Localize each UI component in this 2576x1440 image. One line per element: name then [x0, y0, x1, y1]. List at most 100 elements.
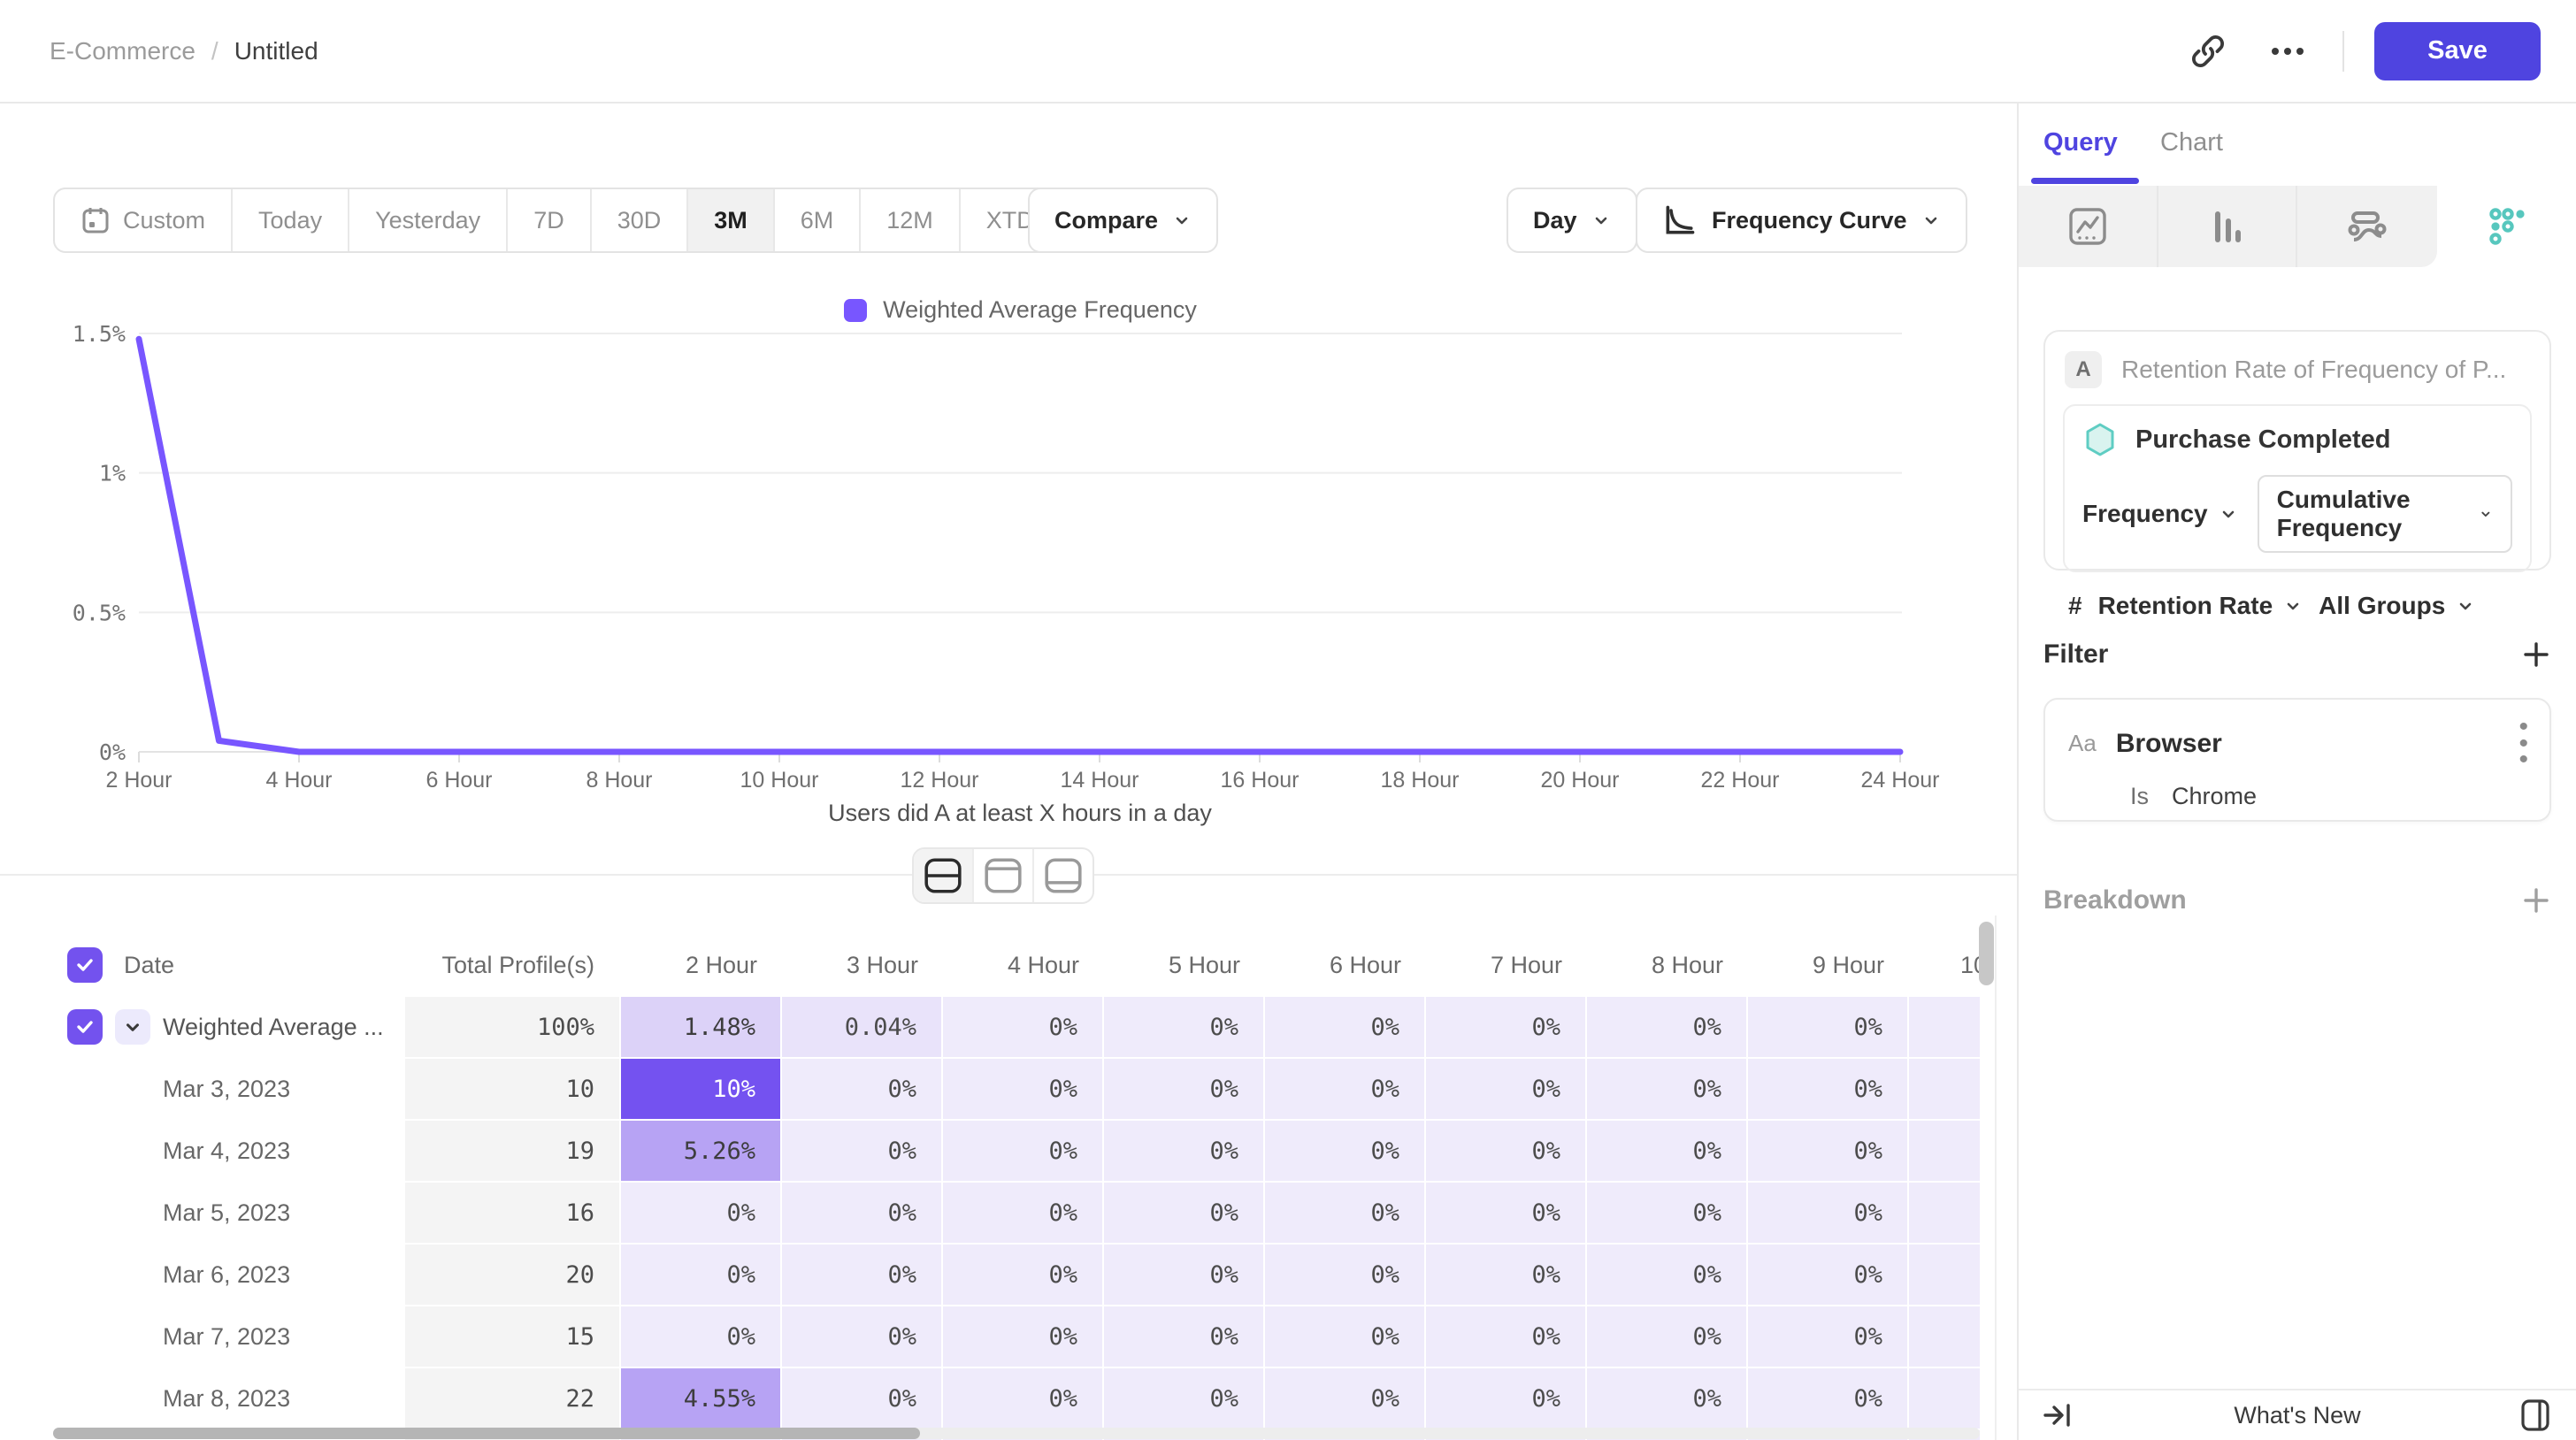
cell-value: 0%	[887, 1076, 916, 1103]
column-header-label: 2 Hour	[686, 952, 757, 979]
chart-legend[interactable]: Weighted Average Frequency	[139, 296, 1902, 324]
column-header-hour[interactable]: 8 Hour	[1587, 935, 1748, 995]
more-options-icon[interactable]	[2263, 27, 2312, 76]
cell-value: 0%	[1531, 1261, 1560, 1289]
select-all-checkbox[interactable]	[67, 947, 103, 983]
table-row[interactable]: Mar 5, 2023160%0%0%0%0%0%0%0%	[53, 1183, 1980, 1243]
table-row[interactable]: Mar 7, 2023150%0%0%0%0%0%0%0%	[53, 1306, 1980, 1367]
add-filter-icon[interactable]	[2521, 640, 2551, 670]
range-7d[interactable]: 7D	[508, 189, 592, 251]
granularity-button[interactable]: Day	[1506, 188, 1637, 253]
row-hour-cell: 0%	[782, 1368, 943, 1429]
cell-value: 0%	[1853, 1137, 1882, 1165]
column-header-total[interactable]: Total Profile(s)	[405, 935, 621, 995]
filter-operator[interactable]: Is	[2130, 783, 2149, 810]
row-label-cell: Mar 3, 2023	[53, 1059, 405, 1119]
row-total-cell: 22	[405, 1368, 621, 1429]
column-header-hour[interactable]: 6 Hour	[1265, 935, 1426, 995]
range-yesterday[interactable]: Yesterday	[349, 189, 508, 251]
row-total-value: 10	[565, 1076, 594, 1103]
row-hour-cell	[1909, 1183, 1980, 1243]
cell-value: 0%	[1531, 1076, 1560, 1103]
split-panel-icon[interactable]	[2518, 1398, 2553, 1433]
top-header: E-Commerce / Untitled Save	[0, 0, 2576, 103]
tab-chart[interactable]: Chart	[2160, 128, 2223, 157]
row-hour-cell: 0%	[1587, 1245, 1748, 1305]
column-header-hour[interactable]: 4 Hour	[943, 935, 1104, 995]
check-icon	[74, 954, 96, 976]
svg-text:24 Hour: 24 Hour	[1861, 768, 1940, 793]
column-header-date[interactable]: Date	[124, 952, 174, 979]
chart-type-line-chart[interactable]	[2019, 186, 2158, 267]
cell-value: 0%	[1853, 1323, 1882, 1351]
row-label: Mar 7, 2023	[163, 1323, 290, 1351]
series-letter-badge: A	[2065, 351, 2102, 388]
row-expander[interactable]	[115, 1009, 150, 1045]
range-custom[interactable]: Custom	[55, 189, 233, 251]
range-3m[interactable]: 3M	[688, 189, 775, 251]
layout-split-view[interactable]	[914, 849, 974, 902]
cell-value: 0%	[1531, 1385, 1560, 1413]
filter-card[interactable]: Aa Browser ••• Is Chrome	[2043, 698, 2551, 822]
chart-type-flows[interactable]	[2297, 186, 2437, 267]
row-hour-cell: 0%	[943, 1183, 1104, 1243]
chart-style-button[interactable]: Frequency Curve	[1636, 188, 1967, 253]
add-breakdown-icon[interactable]	[2521, 885, 2551, 915]
row-label-cell: Mar 5, 2023	[53, 1183, 405, 1243]
column-header-label: 7 Hour	[1491, 952, 1562, 979]
series-title[interactable]: Retention Rate of Frequency of P...	[2121, 356, 2506, 384]
event-card[interactable]: Purchase Completed Frequency Cumulative …	[2063, 404, 2532, 572]
filter-property[interactable]: Browser	[2116, 729, 2500, 759]
row-hour-cell: 0%	[1587, 1306, 1748, 1367]
range-6m[interactable]: 6M	[775, 189, 862, 251]
row-checkbox[interactable]	[67, 1009, 103, 1045]
layout-chart-only-view[interactable]	[974, 849, 1034, 902]
cumulative-frequency-dropdown[interactable]: Cumulative Frequency	[2258, 475, 2512, 553]
compare-button[interactable]: Compare	[1028, 188, 1218, 253]
range-30d[interactable]: 30D	[592, 189, 689, 251]
text-property-icon: Aa	[2068, 730, 2097, 757]
whats-new-link[interactable]: What's New	[2019, 1402, 2576, 1429]
chart-type-frequency-dots[interactable]	[2437, 186, 2576, 267]
event-name[interactable]: Purchase Completed	[2135, 425, 2390, 455]
horizontal-scrollbar[interactable]	[53, 1428, 920, 1439]
tab-query[interactable]: Query	[2043, 128, 2118, 157]
table-row[interactable]: Weighted Average ...100%1.48%0.04%0%0%0%…	[53, 997, 1980, 1057]
layout-table-only-view[interactable]	[1034, 849, 1092, 902]
active-tab-underline	[2031, 178, 2139, 184]
svg-text:0%: 0%	[99, 739, 126, 765]
breadcrumb-report-title[interactable]: Untitled	[234, 37, 318, 65]
frequency-dropdown[interactable]: Frequency	[2082, 500, 2238, 528]
row-hour-cell: 0%	[1265, 1245, 1426, 1305]
table-row[interactable]: Mar 4, 2023195.26%0%0%0%0%0%0%0%	[53, 1121, 1980, 1181]
table-row[interactable]: Mar 8, 2023224.55%0%0%0%0%0%0%0%	[53, 1368, 1980, 1429]
row-hour-cell	[1909, 1121, 1980, 1181]
breadcrumb-project[interactable]: E-Commerce	[50, 37, 196, 65]
table-right-border	[1995, 915, 1997, 1440]
cell-value: 0%	[1048, 1137, 1077, 1165]
filter-kebab-icon[interactable]: •••	[2518, 719, 2528, 769]
column-header-hour[interactable]: 5 Hour	[1104, 935, 1265, 995]
chart-type-bar-chart[interactable]	[2158, 186, 2298, 267]
range-today[interactable]: Today	[233, 189, 349, 251]
metric-dropdown[interactable]: Retention Rate	[2098, 592, 2304, 620]
collapse-panel-icon[interactable]	[2040, 1398, 2075, 1433]
chevron-down-icon	[2219, 504, 2238, 524]
copy-link-icon[interactable]	[2183, 27, 2233, 76]
groups-dropdown[interactable]: All Groups	[2319, 592, 2475, 620]
filter-value[interactable]: Chrome	[2172, 783, 2257, 810]
vertical-scrollbar[interactable]	[1979, 922, 1994, 985]
filter-heading: Filter	[2043, 640, 2108, 670]
column-header-hour[interactable]: 7 Hour	[1426, 935, 1587, 995]
save-button[interactable]: Save	[2374, 22, 2541, 80]
table-row[interactable]: Mar 3, 20231010%0%0%0%0%0%0%0%	[53, 1059, 1980, 1119]
range-12m[interactable]: 12M	[861, 189, 961, 251]
range-label: Custom	[123, 207, 205, 234]
row-hour-cell: 0%	[1426, 1306, 1587, 1367]
column-header-hour[interactable]: 3 Hour	[782, 935, 943, 995]
column-header-hour[interactable]: 2 Hour	[621, 935, 782, 995]
column-header-hour[interactable]: 10 Hour	[1909, 935, 1980, 995]
column-header-hour[interactable]: 9 Hour	[1748, 935, 1909, 995]
table-row[interactable]: Mar 6, 2023200%0%0%0%0%0%0%0%	[53, 1245, 1980, 1305]
cell-value: 0%	[1853, 1199, 1882, 1227]
